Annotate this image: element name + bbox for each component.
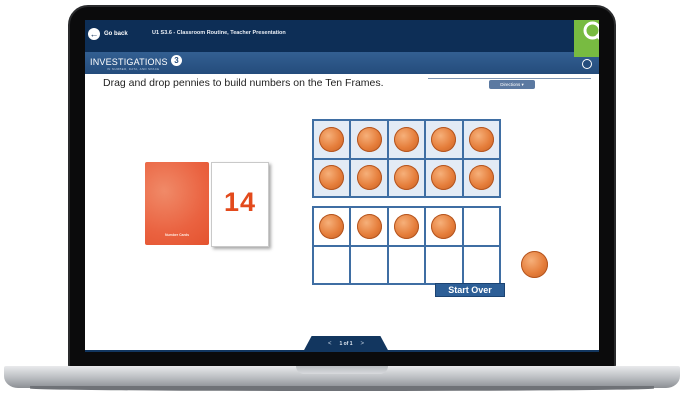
penny-icon[interactable] [356, 213, 382, 239]
ten-frame-cell[interactable] [462, 158, 500, 197]
ten-frame-1 [312, 119, 501, 198]
number-card: 14 [211, 162, 269, 247]
page-navigator: < 1 of 1 > [303, 336, 389, 352]
brand-edition-badge: 3 [171, 55, 182, 66]
number-card-deck[interactable]: Number Cards [145, 162, 209, 245]
start-over-button[interactable]: Start Over [435, 283, 505, 297]
directions-divider [428, 78, 591, 79]
laptop-mockup: ← Go back U1 S3.6 - Classroom Routine, T… [0, 0, 684, 396]
ten-frame-cell[interactable] [425, 245, 463, 284]
number-cards-label: Number Cards [164, 233, 190, 237]
penny-icon[interactable] [431, 165, 457, 191]
ten-frame-cell[interactable] [462, 207, 500, 246]
previous-page-button[interactable]: < [328, 341, 332, 347]
go-back-label: Go back [104, 31, 128, 37]
penny-icon[interactable] [319, 165, 345, 191]
ten-frame-cell[interactable] [425, 120, 463, 159]
activity-instruction: Drag and drop pennies to build numbers o… [103, 77, 384, 89]
penny-icon[interactable] [319, 213, 345, 239]
penny-icon[interactable] [431, 126, 457, 152]
penny-icon[interactable] [468, 126, 494, 152]
ten-frame-cell[interactable] [313, 207, 351, 246]
penny-icon[interactable] [393, 213, 419, 239]
penny-icon[interactable] [356, 165, 382, 191]
brand-bar: INVESTIGATIONS 3 IN NUMBER, DATA, AND SP… [85, 52, 599, 74]
penny-icon[interactable] [319, 126, 345, 152]
ten-frame-cell[interactable] [387, 245, 426, 284]
penny-icon[interactable] [393, 165, 419, 191]
laptop-notch [296, 366, 388, 374]
ten-frame-cell[interactable] [462, 120, 500, 159]
ten-frame-cell[interactable] [313, 120, 351, 159]
penny-icon[interactable] [393, 126, 419, 152]
ten-frame-cell[interactable] [425, 158, 463, 197]
card-number: 14 [223, 187, 257, 217]
penny-draggable[interactable] [521, 251, 548, 278]
ten-frame-cell[interactable] [387, 207, 426, 246]
ten-frame-cell[interactable] [462, 245, 500, 284]
ten-frame-cell[interactable] [387, 120, 426, 159]
top-bar: ← Go back U1 S3.6 - Classroom Routine, T… [85, 20, 599, 52]
ten-frame-cell[interactable] [350, 245, 388, 284]
page-indicator: 1 of 1 [339, 341, 353, 347]
directions-dropdown[interactable]: Directions ▾ [489, 80, 535, 89]
ten-frame-cell[interactable] [313, 245, 351, 284]
ten-frame-cell[interactable] [350, 158, 388, 197]
ten-frame-cell[interactable] [350, 120, 388, 159]
ten-frame-cell[interactable] [387, 158, 426, 197]
ten-frame-cell[interactable] [350, 207, 388, 246]
app-screen: ← Go back U1 S3.6 - Classroom Routine, T… [85, 20, 599, 352]
laptop-foot [30, 386, 654, 391]
settings-icon[interactable] [582, 59, 592, 69]
penny-icon[interactable] [356, 126, 382, 152]
ten-frame-cell[interactable] [313, 158, 351, 197]
page-title: U1 S3.6 - Classroom Routine, Teacher Pre… [152, 30, 286, 36]
search-icon [583, 21, 599, 40]
go-back-button[interactable]: ← Go back [88, 27, 150, 41]
ten-frame-2 [312, 206, 501, 285]
brand-logo: INVESTIGATIONS [90, 57, 168, 67]
search-button[interactable] [574, 20, 599, 57]
next-page-button[interactable]: > [361, 341, 365, 347]
penny-icon[interactable] [431, 213, 457, 239]
ten-frame-cell[interactable] [425, 207, 463, 246]
penny-icon[interactable] [468, 165, 494, 191]
back-arrow-icon: ← [88, 28, 100, 40]
brand-tagline: IN NUMBER, DATA, AND SPACE [107, 67, 160, 71]
